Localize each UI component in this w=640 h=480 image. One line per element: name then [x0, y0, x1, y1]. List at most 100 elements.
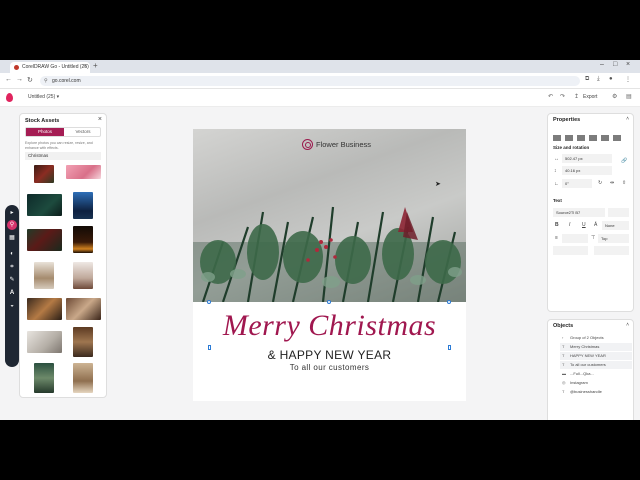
photo-thumbnail[interactable] — [27, 229, 62, 251]
photo-thumbnail[interactable] — [34, 165, 54, 183]
reload-icon[interactable]: ↻ — [27, 76, 33, 84]
font-family-select[interactable]: Source2Tl B7 — [553, 208, 605, 217]
flip-vertical-icon[interactable]: ⇳ — [622, 180, 626, 186]
vertical-align-icon[interactable]: ⊤ — [591, 235, 595, 241]
redo-icon[interactable]: ↷ — [560, 93, 565, 100]
collapse-icon[interactable]: ˄ — [626, 116, 629, 122]
maximize-icon[interactable]: □ — [613, 61, 617, 68]
download-icon[interactable]: ⤓ — [597, 76, 600, 83]
letter-spacing-field[interactable] — [594, 246, 629, 255]
tab-photos[interactable]: Photos — [26, 128, 64, 136]
lock-ratio-icon[interactable]: 🔗 — [621, 158, 627, 164]
align-bottom-icon[interactable] — [613, 135, 621, 141]
selection-handle[interactable] — [327, 300, 331, 304]
height-field[interactable]: 40.16 px — [562, 166, 612, 175]
settings-icon[interactable]: ⚙ — [612, 93, 617, 100]
export-button[interactable]: Export — [583, 94, 597, 100]
object-row[interactable]: › Group of 2 Objects — [560, 334, 632, 342]
line-spacing-field[interactable] — [553, 246, 588, 255]
menu-icon[interactable]: ⋮ — [625, 76, 631, 83]
photo-thumbnail[interactable] — [34, 363, 54, 393]
photo-thumbnail[interactable] — [73, 327, 93, 357]
flip-horizontal-icon[interactable]: ⇹ — [610, 180, 614, 186]
rotate-icon[interactable]: ↻ — [598, 180, 602, 186]
forward-icon[interactable]: → — [16, 76, 23, 83]
object-row[interactable]: T To all our customers — [560, 361, 632, 369]
browser-tab[interactable]: CorelDRAW Go - Untitled (25) × — [10, 62, 90, 73]
pen-tool-icon[interactable]: ✎ — [7, 275, 17, 285]
shape-tool-icon[interactable]: ◐ — [7, 249, 17, 259]
font-size-field[interactable] — [608, 208, 629, 217]
object-row[interactable]: ◎ Instagram — [560, 379, 632, 387]
design-card[interactable]: Flower Business Merry Christmas & HAPPY … — [193, 129, 466, 401]
pick-tool-icon[interactable]: ▸ — [7, 208, 17, 218]
url-bar[interactable]: ⚲ go.corel.com — [40, 76, 580, 86]
crop-tool-icon[interactable]: ⌗ — [7, 262, 17, 272]
favicon-icon — [14, 65, 19, 70]
undo-icon[interactable]: ↶ — [548, 93, 553, 100]
text-object-icon: T — [562, 353, 565, 358]
document-title[interactable]: Untitled (25) ▾ — [28, 94, 59, 100]
layout-tool-icon[interactable]: ▦ — [7, 233, 17, 243]
underline-icon[interactable]: U — [582, 222, 586, 228]
align-top-icon[interactable] — [589, 135, 597, 141]
panel-toggle-icon[interactable]: ▤ — [626, 93, 632, 100]
selection-handle[interactable] — [207, 300, 211, 304]
text-case-icon[interactable]: Ā — [594, 222, 597, 228]
object-row[interactable]: T @businesshandle — [560, 388, 632, 396]
export-icon[interactable]: ↥ — [574, 93, 579, 100]
brand-name: Flower Business — [316, 140, 372, 149]
width-field[interactable]: 502.47 px — [562, 154, 612, 163]
photo-thumbnail[interactable] — [66, 298, 101, 320]
photo-thumbnail[interactable] — [27, 194, 62, 216]
object-row[interactable]: ▬ ...Full...Qka... — [560, 370, 632, 378]
back-icon[interactable]: ← — [5, 76, 12, 83]
object-row[interactable]: T HAPPY NEW YEAR — [560, 352, 632, 360]
photo-thumbnail[interactable] — [73, 226, 93, 253]
align-center-icon[interactable] — [565, 135, 573, 141]
photo-thumbnail[interactable] — [34, 262, 54, 289]
new-tab-icon[interactable]: + — [93, 61, 98, 70]
vertical-align-select[interactable]: Top — [598, 234, 629, 243]
tab-vectors[interactable]: Vectors — [64, 128, 102, 136]
italic-icon[interactable]: I — [569, 222, 570, 228]
text-align-select[interactable] — [562, 234, 588, 243]
text-align-icon[interactable]: ≡ — [555, 235, 558, 241]
photo-thumbnail[interactable] — [73, 192, 93, 219]
fill-tool-icon[interactable]: ◒ — [7, 301, 17, 311]
text-tool-icon[interactable]: A — [7, 288, 17, 298]
corel-logo-icon[interactable] — [6, 93, 13, 102]
minimize-icon[interactable]: – — [600, 61, 604, 68]
selection-handle[interactable] — [208, 345, 211, 350]
bold-icon[interactable]: B — [555, 222, 559, 228]
selection-handle[interactable] — [448, 345, 451, 350]
collapse-icon[interactable]: ˄ — [626, 322, 629, 328]
photo-thumbnail[interactable] — [73, 262, 93, 289]
text-decoration-select[interactable]: None — [602, 221, 629, 230]
rotation-field[interactable]: 0° — [562, 179, 592, 188]
object-row[interactable]: T Merry Christmas — [560, 343, 632, 351]
background-photo[interactable]: Flower Business — [193, 129, 466, 302]
customers-text[interactable]: To all our customers — [193, 363, 466, 372]
subhead-text[interactable]: & HAPPY NEW YEAR — [193, 348, 466, 362]
photo-thumbnail[interactable] — [27, 298, 62, 320]
align-left-icon[interactable] — [553, 135, 561, 141]
selection-handle[interactable] — [447, 300, 451, 304]
extensions-icon[interactable]: ⧉ — [585, 76, 589, 83]
photo-thumbnail[interactable] — [73, 363, 93, 393]
photo-thumbnail[interactable] — [27, 331, 62, 353]
profile-icon[interactable]: ● — [609, 76, 613, 82]
photo-thumbnail[interactable] — [66, 165, 101, 179]
close-icon[interactable]: × — [98, 116, 102, 123]
expand-chevron-icon[interactable]: › — [562, 334, 563, 342]
align-right-icon[interactable] — [577, 135, 585, 141]
tab-close-icon[interactable]: × — [83, 62, 87, 73]
align-middle-icon[interactable] — [601, 135, 609, 141]
headline-text[interactable]: Merry Christmas — [193, 309, 466, 343]
close-window-icon[interactable]: × — [626, 61, 630, 68]
foliage-image — [193, 206, 466, 302]
app-toolbar: Untitled (25) ▾ ↶ ↷ ↥ Export ⚙ ▤ — [0, 89, 640, 107]
site-info-icon[interactable]: ⚲ — [44, 76, 48, 86]
search-input[interactable]: Christmas — [25, 152, 101, 160]
stock-assets-tool-icon[interactable]: ⚲ — [7, 220, 17, 230]
